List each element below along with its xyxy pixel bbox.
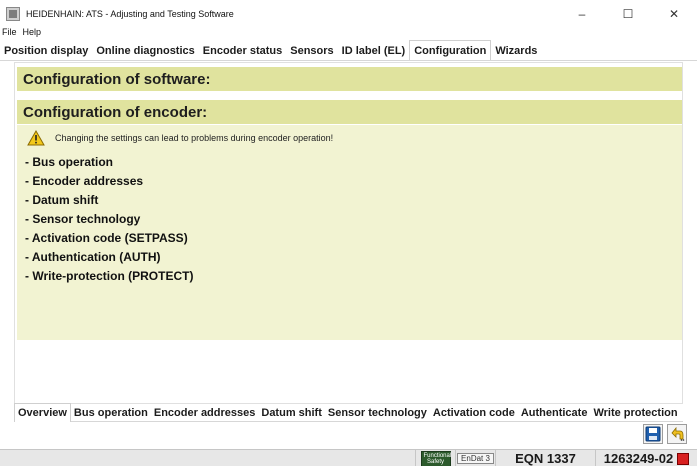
title-bar: HEIDENHAIN: ATS - Adjusting and Testing … [0, 0, 697, 28]
encoder-model: EQN 1337 [515, 451, 576, 466]
tab-id-label[interactable]: ID label (EL) [338, 42, 410, 60]
subtab-sensor-technology[interactable]: Sensor technology [325, 404, 430, 421]
subtab-activation-code[interactable]: Activation code [430, 404, 518, 421]
back-icon [671, 426, 685, 441]
sub-tab-bar: Overview Bus operation Encoder addresses… [14, 403, 683, 422]
save-icon [645, 426, 661, 442]
link-activation-code[interactable]: - Activation code (SETPASS) [25, 229, 193, 248]
window-controls: – ☐ ✕ [559, 0, 697, 28]
action-toolbar [643, 424, 687, 444]
close-button[interactable]: ✕ [651, 0, 697, 28]
back-button[interactable] [667, 424, 687, 444]
tab-encoder-status[interactable]: Encoder status [199, 42, 286, 60]
tab-wizards[interactable]: Wizards [491, 42, 541, 60]
endat-cell: EnDat 3 [455, 450, 495, 466]
menu-help[interactable]: Help [23, 27, 42, 37]
link-encoder-addresses[interactable]: - Encoder addresses [25, 172, 193, 191]
subtab-encoder-addresses[interactable]: Encoder addresses [151, 404, 259, 421]
menu-file[interactable]: File [2, 27, 17, 37]
status-bar: Functional Safety EnDat 3 EQN 1337 12632… [0, 449, 697, 466]
window-title: HEIDENHAIN: ATS - Adjusting and Testing … [26, 9, 234, 19]
encoder-cell: EQN 1337 [495, 450, 595, 466]
subtab-overview[interactable]: Overview [14, 403, 71, 422]
functional-safety-cell: Functional Safety [415, 450, 455, 466]
menu-bar: File Help [0, 24, 47, 40]
link-authentication[interactable]: - Authentication (AUTH) [25, 248, 193, 267]
endat-badge: EnDat 3 [457, 453, 494, 464]
functional-safety-badge: Functional Safety [420, 450, 451, 466]
link-bus-operation[interactable]: - Bus operation [25, 153, 193, 172]
main-tab-bar: Position display Online diagnostics Enco… [0, 40, 697, 61]
id-number-cell: 1263249-02 [595, 450, 697, 466]
link-write-protection[interactable]: - Write-protection (PROTECT) [25, 267, 193, 286]
warning-row: Changing the settings can lead to proble… [27, 129, 333, 147]
subtab-authenticate[interactable]: Authenticate [518, 404, 591, 421]
warning-text: Changing the settings can lead to proble… [55, 133, 334, 143]
error-status-icon[interactable] [677, 452, 690, 465]
subtab-datum-shift[interactable]: Datum shift [258, 404, 325, 421]
minimize-button[interactable]: – [559, 0, 605, 28]
subtab-write-protection[interactable]: Write protection [590, 404, 680, 421]
link-sensor-technology[interactable]: - Sensor technology [25, 210, 193, 229]
tab-configuration[interactable]: Configuration [409, 40, 492, 60]
subtab-bus-operation[interactable]: Bus operation [71, 404, 151, 421]
id-number: 1263249-02 [603, 451, 674, 466]
encoder-config-body: Changing the settings can lead to proble… [17, 125, 682, 340]
maximize-button[interactable]: ☐ [605, 0, 651, 28]
tab-online-diagnostics[interactable]: Online diagnostics [92, 42, 198, 60]
app-icon [6, 7, 20, 21]
save-button[interactable] [643, 424, 663, 444]
software-config-header[interactable]: Configuration of software: [17, 67, 682, 91]
tab-position-display[interactable]: Position display [0, 42, 92, 60]
configuration-panel: Configuration of software: Configuration… [14, 62, 683, 404]
tab-sensors[interactable]: Sensors [286, 42, 337, 60]
link-datum-shift[interactable]: - Datum shift [25, 191, 193, 210]
warning-icon [27, 130, 45, 146]
encoder-config-header[interactable]: Configuration of encoder: [17, 100, 682, 124]
encoder-settings-list: - Bus operation - Encoder addresses - Da… [25, 153, 193, 286]
